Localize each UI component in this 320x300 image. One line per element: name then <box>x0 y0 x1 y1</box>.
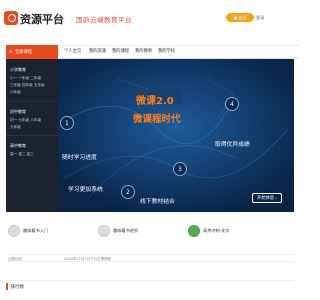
slogan: 国韵云端教育平台 <box>76 16 132 24</box>
menu-icon: ☰ <box>9 49 13 55</box>
user-icon: ● <box>233 15 238 20</box>
user-button[interactable]: ● 退出 <box>226 13 254 22</box>
sidebar-group-title[interactable]: 高中教育 <box>10 143 26 149</box>
step-2-text: 学习更加系统 <box>68 187 103 193</box>
banner-title-line1: 微课2.0 <box>136 96 174 107</box>
step-1-number: 1 <box>65 120 69 127</box>
nav-item-teachers[interactable]: 我的教师 <box>135 48 152 54</box>
logo-text: 资源平台 <box>20 13 64 26</box>
section-divider <box>6 280 294 281</box>
course-title: 趣味看书进阶 <box>113 228 139 233</box>
sidebar-group-title[interactable]: 小学教育 <box>10 67 26 73</box>
sidebar-link[interactable]: 三年级 四年级 五年级 <box>10 83 45 88</box>
arrow-right-icon: › <box>275 195 277 201</box>
news-bar: 近期动态 2016年11月7日于公告第期版 <box>6 254 294 262</box>
nav-item-schools[interactable]: 我的学校 <box>158 48 175 54</box>
step-2-number: 2 <box>126 189 130 196</box>
category-button-label: 全部课程 <box>14 50 33 55</box>
nav-item-resources[interactable]: 我的资源 <box>89 48 106 54</box>
experience-button[interactable]: 开始体验 › <box>252 193 282 203</box>
news-label: 近期动态 <box>8 256 22 261</box>
course-thumbnail <box>8 225 20 237</box>
sidebar-divider <box>6 101 58 102</box>
course-title: 趣味看书入门 <box>23 228 49 233</box>
rank-accent-bar <box>6 283 8 290</box>
sidebar-link[interactable]: 小一 一年级 二年级 <box>10 76 41 81</box>
sidebar-link[interactable]: 高一 高二 高三 <box>10 152 34 157</box>
logo-icon <box>4 11 18 25</box>
course-card[interactable]: 趣味看书进阶 <box>98 225 138 237</box>
step-3-text: 线下教材结合 <box>140 199 175 205</box>
rank-label: 排行榜 <box>10 284 25 290</box>
course-card[interactable]: 高考冲刺-化学 <box>188 225 230 237</box>
step-4-number: 4 <box>230 101 234 108</box>
news-text[interactable]: 2016年11月7日于公告第期版 <box>64 257 111 262</box>
rank-heading: 排行榜 <box>6 283 66 290</box>
course-thumbnail <box>98 225 110 237</box>
step-4-text: 取得优异成绩 <box>215 142 250 148</box>
experience-button-label: 开始体验 <box>257 196 275 201</box>
sidebar-link[interactable]: 九年级 <box>10 125 21 130</box>
featured-courses: 趣味看书入门 趣味看书进阶 高考冲刺-化学 <box>6 212 294 252</box>
sidebar-group-title[interactable]: 初中教育 <box>10 109 26 115</box>
course-thumbnail <box>188 225 200 237</box>
login-link[interactable]: 登录 <box>256 15 264 21</box>
sidebar-divider <box>6 135 58 136</box>
course-card[interactable]: 趣味看书入门 <box>8 225 48 237</box>
category-sidebar: 小学教育 小一 一年级 二年级 三年级 四年级 五年级 六年级 初中教育 初一 … <box>6 59 58 226</box>
course-title: 高考冲刺-化学 <box>203 228 230 233</box>
banner-title-line2: 微课程时代 <box>133 114 181 125</box>
hero-banner[interactable]: 1 随时学习进度 2 学习更加系统 3 线下教材结合 4 取得优异成绩 微课2.… <box>58 59 294 212</box>
nav-item-home[interactable]: 个人主页 <box>64 48 81 54</box>
step-1-text: 随时学习进度 <box>62 155 97 161</box>
step-3-number: 3 <box>178 166 182 173</box>
sidebar-link[interactable]: 初一 七年级 八年级 <box>10 118 41 123</box>
sidebar-link[interactable]: 六年级 <box>10 90 21 95</box>
user-button-label: 退出 <box>238 14 247 20</box>
category-button[interactable]: ☰ 全部课程 <box>6 45 58 59</box>
nav-item-courses[interactable]: 我的课程 <box>112 48 129 54</box>
